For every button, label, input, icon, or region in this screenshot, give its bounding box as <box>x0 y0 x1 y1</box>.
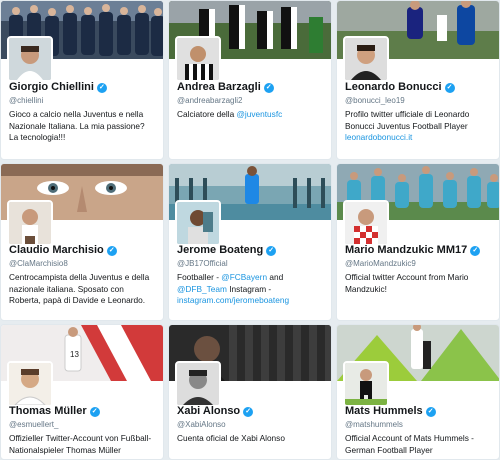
profile-bio: Official Account of Mats Hummels - Germa… <box>345 433 474 455</box>
profile-card[interactable]: 13 Thomas Müller ✓ @esmuellert_ Offiziell… <box>0 324 164 460</box>
profile-avatar[interactable] <box>175 361 221 407</box>
profile-card-grid: Giorgio Chiellini ✓ @chiellini Gioco a ca… <box>0 0 500 460</box>
profile-avatar[interactable] <box>7 361 53 407</box>
profile-bio: Footballer - @FCBayern and @DFB_Team Ins… <box>177 272 290 305</box>
profile-card[interactable]: Mats Hummels ✓ @matshummels Official Acco… <box>336 324 500 460</box>
profile-card[interactable]: Jerome Boateng ✓ @JB17Official Footballer… <box>168 163 332 321</box>
profile-handle[interactable]: @matshummels <box>345 420 403 429</box>
profile-bio: Gioco a calcio nella Juventus e nella Na… <box>9 109 145 142</box>
profile-handle[interactable]: @chiellini <box>9 96 43 105</box>
profile-avatar[interactable] <box>343 36 389 82</box>
bio-url-link[interactable]: instagram.com/jeromeboateng <box>177 295 289 305</box>
profile-handle[interactable]: @andreabarzagli2 <box>177 96 243 105</box>
verified-badge-icon: ✓ <box>89 407 100 417</box>
verified-badge-icon: ✓ <box>243 407 254 417</box>
profile-name[interactable]: Mats Hummels ✓ <box>345 405 436 417</box>
profile-avatar[interactable] <box>175 36 221 82</box>
profile-name[interactable]: Leonardo Bonucci ✓ <box>345 81 455 93</box>
profile-handle[interactable]: @bonucci_leo19 <box>345 96 405 105</box>
bio-url-link[interactable]: leonardobonucci.it <box>345 132 412 142</box>
profile-avatar[interactable] <box>343 200 389 246</box>
profile-name[interactable]: Jerome Boateng ✓ <box>177 244 277 256</box>
verified-badge-icon: ✓ <box>470 246 481 256</box>
bio-mention-link[interactable]: @juventusfc <box>237 109 283 119</box>
verified-badge-icon: ✓ <box>266 246 277 256</box>
bio-mention-link[interactable]: @FCBayern <box>221 272 267 282</box>
bio-mention-link[interactable]: @DFB_Team <box>177 284 227 294</box>
profile-name[interactable]: Xabi Alonso ✓ <box>177 405 254 417</box>
verified-badge-icon: ✓ <box>106 246 117 256</box>
verified-badge-icon: ✓ <box>425 407 436 417</box>
profile-avatar[interactable] <box>343 361 389 407</box>
profile-handle[interactable]: @MarioMandzukic9 <box>345 259 416 268</box>
profile-handle[interactable]: @ClaMarchisio8 <box>9 259 68 268</box>
profile-card[interactable]: Claudio Marchisio ✓ @ClaMarchisio8 Centro… <box>0 163 164 321</box>
profile-bio: Official twitter Account from Mario Mand… <box>345 272 469 294</box>
profile-handle[interactable]: @esmuellert_ <box>9 420 58 429</box>
verified-badge-icon: ✓ <box>263 83 274 93</box>
profile-handle[interactable]: @XabiAlonso <box>177 420 226 429</box>
profile-name[interactable]: Mario Mandzukic MM17 ✓ <box>345 244 481 256</box>
profile-card[interactable]: Giorgio Chiellini ✓ @chiellini Gioco a ca… <box>0 0 164 160</box>
profile-avatar[interactable] <box>7 36 53 82</box>
profile-card[interactable]: Andrea Barzagli ✓ @andreabarzagli2 Calcia… <box>168 0 332 160</box>
profile-avatar[interactable] <box>175 200 221 246</box>
profile-bio: Offizieller Twitter-Account von Fußball-… <box>9 433 152 455</box>
banner-jersey-number: 13 <box>70 350 79 359</box>
profile-card[interactable]: Leonardo Bonucci ✓ @bonucci_leo19 Profilo… <box>336 0 500 160</box>
profile-name[interactable]: Claudio Marchisio ✓ <box>9 244 117 256</box>
profile-card[interactable]: Mario Mandzukic MM17 ✓ @MarioMandzukic9 O… <box>336 163 500 321</box>
profile-name[interactable]: Thomas Müller ✓ <box>9 405 100 417</box>
profile-avatar[interactable] <box>7 200 53 246</box>
profile-name[interactable]: Giorgio Chiellini ✓ <box>9 81 107 93</box>
profile-name[interactable]: Andrea Barzagli ✓ <box>177 81 274 93</box>
verified-badge-icon: ✓ <box>96 83 107 93</box>
profile-bio: Cuenta oficial de Xabi Alonso <box>177 433 285 443</box>
verified-badge-icon: ✓ <box>444 83 455 93</box>
profile-bio: Profilo twitter ufficiale di Leonardo Bo… <box>345 109 470 142</box>
profile-handle[interactable]: @JB17Official <box>177 259 228 268</box>
profile-bio: Calciatore della @juventusfc <box>177 109 283 119</box>
profile-card[interactable]: Xabi Alonso ✓ @XabiAlonso Cuenta oficial … <box>168 324 332 460</box>
profile-bio: Centrocampista della Juventus e della na… <box>9 272 150 305</box>
